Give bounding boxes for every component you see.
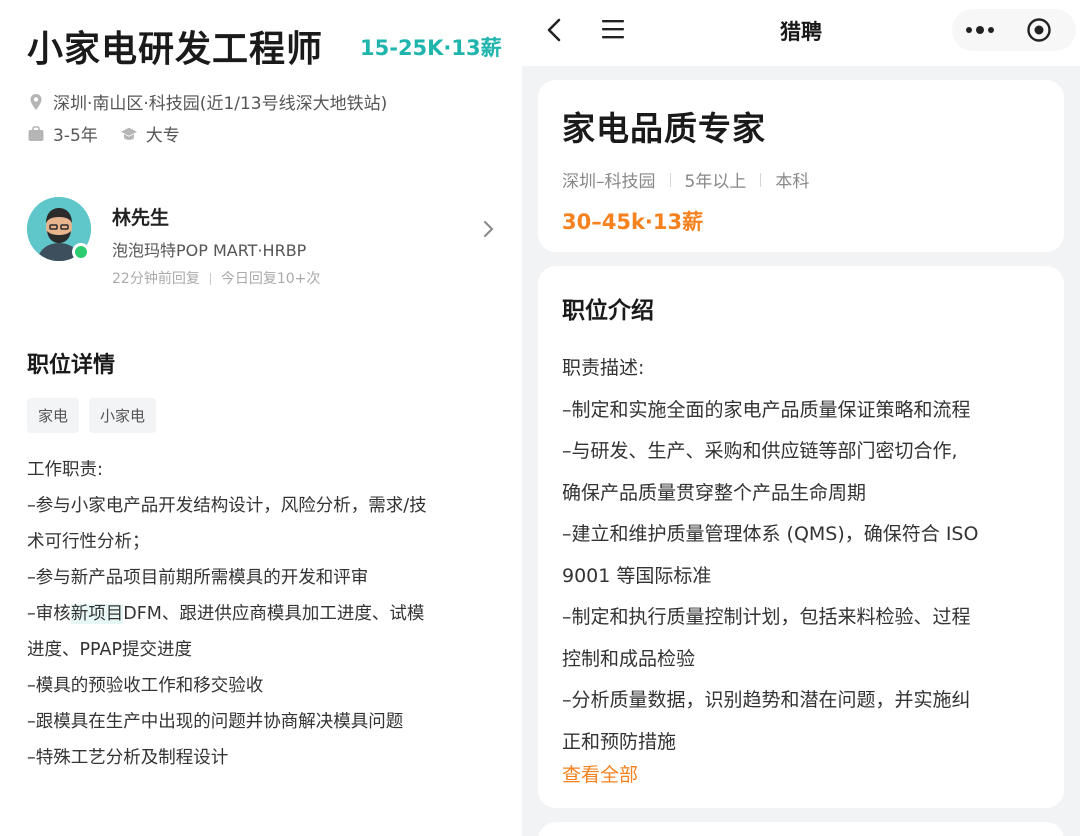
section-title-job-details: 职位详情 <box>27 353 116 378</box>
description-line: –参与新产品项目前期所需模具的开发和评审 <box>27 568 369 588</box>
online-status-dot <box>72 243 90 261</box>
description-line: –特殊工艺分析及制程设计 <box>27 748 229 768</box>
recruiter-activity: 22分钟前回复 今日回复10+次 <box>112 268 320 288</box>
description-line: –分析质量数据，识别趋势和潜在问题，并实施纠 <box>562 689 971 711</box>
job-tag: 小家电 <box>89 398 157 433</box>
description-line: –制定和执行质量控制计划，包括来料检验、过程 <box>562 606 971 628</box>
job-intro-card: 职位介绍 职责描述: –制定和实施全面的家电产品质量保证策略和流程 –与研发、生… <box>538 266 1064 808</box>
job-description: 工作职责: –参与小家电产品开发结构设计，风险分析，需求/技 术可行性分析； –… <box>27 452 497 776</box>
description-line: 职责描述: <box>562 357 645 379</box>
location-pin-icon <box>30 93 42 110</box>
job-location: 深圳·南山区·科技园(近1/13号线深大地铁站) <box>53 94 388 114</box>
mini-program-capsule <box>952 9 1076 51</box>
more-dots-icon[interactable] <box>964 21 996 39</box>
job-education: 本科 <box>775 172 810 192</box>
target-icon[interactable] <box>1026 17 1052 43</box>
description-line: 9001 等国际标准 <box>562 564 712 587</box>
description-line: –与研发、生产、采购和供应链等部门密切合作, <box>562 440 958 462</box>
right-job-detail-panel: 猎聘 家电品质专家 深圳–科技园 5年以上 本科 30–45k·13薪 职位介绍 <box>522 0 1080 836</box>
recruiter-company: 泡泡玛特POP MART·HRBP <box>112 241 307 260</box>
job-summary-card: 家电品质专家 深圳–科技园 5年以上 本科 30–45k·13薪 <box>538 80 1064 252</box>
recruiter-card[interactable]: 林先生 泡泡玛特POP MART·HRBP 22分钟前回复 今日回复10+次 <box>27 197 497 289</box>
chevron-right-icon[interactable] <box>482 219 496 239</box>
job-education: 大专 <box>145 126 180 146</box>
job-requirements-row: 3-5年 大专 <box>27 121 180 146</box>
highlighted-text: 新项目 <box>70 604 124 624</box>
recruiter-name: 林先生 <box>112 207 170 229</box>
job-experience: 5年以上 <box>684 172 747 192</box>
description-line: 控制和成品检验 <box>562 647 696 670</box>
recruiter-reply-count: 今日回复10+次 <box>220 271 321 287</box>
description-line: –模具的预验收工作和移交验收 <box>27 676 264 696</box>
description-line: 正和预防措施 <box>562 730 677 753</box>
job-description: 职责描述: –制定和实施全面的家电产品质量保证策略和流程 –与研发、生产、采购和… <box>562 348 1052 763</box>
job-tag: 家电 <box>27 398 80 433</box>
job-salary: 15-25K·13薪 <box>360 36 502 60</box>
job-experience: 3-5年 <box>53 126 98 146</box>
job-meta-row: 深圳–科技园 5年以上 本科 <box>562 167 809 192</box>
view-all-link[interactable]: 查看全部 <box>562 760 638 787</box>
description-line: 进度、PPAP提交进度 <box>27 640 193 660</box>
description-line: –审核新项目DFM、跟进供应商模具加工进度、试模 <box>27 604 425 624</box>
recruiter-last-reply: 22分钟前回复 <box>112 271 200 287</box>
job-tags: 家电 小家电 <box>27 398 157 433</box>
job-salary: 30–45k·13薪 <box>562 210 704 234</box>
description-line: –制定和实施全面的家电产品质量保证策略和流程 <box>562 398 971 421</box>
graduation-cap-icon <box>120 127 137 140</box>
job-title: 小家电研发工程师 <box>27 29 324 70</box>
description-line: 术可行性分析； <box>27 532 150 552</box>
job-title: 家电品质专家 <box>562 109 766 148</box>
left-job-detail-panel: 小家电研发工程师 15-25K·13薪 深圳·南山区·科技园(近1/13号线深大… <box>0 0 522 836</box>
description-line: –建立和维护质量管理体系 (QMS)，确保符合 ISO <box>562 523 979 545</box>
app-top-bar: 猎聘 <box>522 0 1080 66</box>
job-location: 深圳–科技园 <box>562 172 656 192</box>
next-card <box>538 822 1064 836</box>
description-line: 确保产品质量贯穿整个产品生命周期 <box>562 481 867 504</box>
description-line: –跟模具在生产中出现的问题并协商解决模具问题 <box>27 712 404 732</box>
briefcase-icon <box>28 125 44 141</box>
job-location-row: 深圳·南山区·科技园(近1/13号线深大地铁站) <box>27 89 387 114</box>
description-line: –参与小家电产品开发结构设计，风险分析，需求/技 <box>27 496 427 516</box>
section-title-job-intro: 职位介绍 <box>562 298 654 324</box>
description-line: 工作职责: <box>27 460 103 480</box>
